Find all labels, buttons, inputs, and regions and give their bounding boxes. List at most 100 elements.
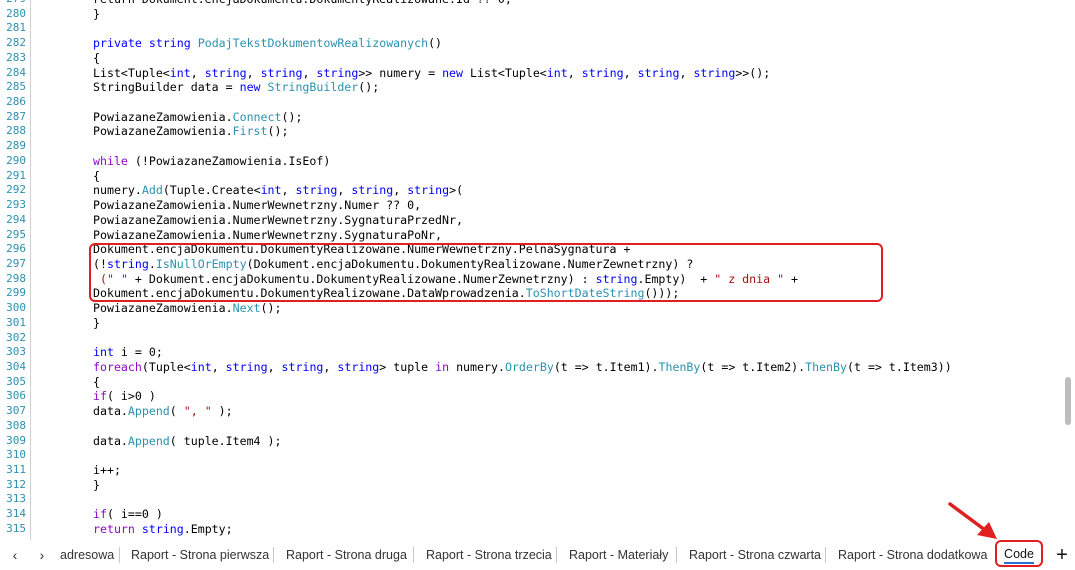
- code-line[interactable]: 304 foreach(Tuple<int, string, string, st…: [0, 360, 1062, 375]
- tab-raport-strona-dodatkowa[interactable]: Raport - Strona dodatkowa: [838, 543, 987, 567]
- code-text: Dokument.encjaDokumentu.DokumentyRealizo…: [93, 286, 679, 301]
- code-line[interactable]: 296 Dokument.encjaDokumentu.DokumentyReal…: [0, 242, 1062, 257]
- code-line[interactable]: 308: [0, 419, 1062, 434]
- code-line[interactable]: 314 if( i==0 ): [0, 507, 1062, 522]
- tab-raport-strona-trzecia[interactable]: Raport - Strona trzecia: [426, 543, 552, 567]
- tab-raport-strona-czwarta[interactable]: Raport - Strona czwarta: [689, 543, 821, 567]
- code-token: );: [211, 404, 233, 419]
- code-line[interactable]: 303 int i = 0;: [0, 345, 1062, 360]
- sheet-tab-bar: ‹ › adresowa Raport - Strona pierwsza Ra…: [0, 540, 1075, 570]
- code-text: i++;: [93, 463, 121, 478]
- code-token: (Tuple<: [141, 359, 191, 374]
- code-line[interactable]: 283 {: [0, 51, 1062, 66]
- code-token: ,: [623, 65, 638, 80]
- code-line[interactable]: 279 return Dokument.encjaDokumentu.Dokume…: [0, 0, 1062, 7]
- code-token: .: [148, 256, 156, 271]
- code-token: ", ": [183, 404, 212, 419]
- tab-raport-strona-druga[interactable]: Raport - Strona druga: [286, 543, 407, 567]
- tab-raport-materialy[interactable]: Raport - Materiały: [569, 543, 668, 567]
- code-line[interactable]: 309 data.Append( tuple.Item4 );: [0, 434, 1062, 449]
- code-token: }: [93, 477, 100, 492]
- code-token: PowiazaneZamowienia.NumerWewnetrzny.Sygn…: [93, 212, 463, 227]
- code-lines[interactable]: 279 return Dokument.encjaDokumentu.Dokume…: [0, 0, 1062, 537]
- code-editor[interactable]: 279 return Dokument.encjaDokumentu.Dokume…: [0, 0, 1075, 541]
- line-number: 280: [6, 6, 26, 20]
- code-line[interactable]: 293 PowiazaneZamowienia.NumerWewnetrzny.N…: [0, 198, 1062, 213]
- code-token: ( i==0 ): [106, 507, 163, 522]
- tab-separator: [119, 547, 120, 563]
- code-line[interactable]: 295 PowiazaneZamowienia.NumerWewnetrzny.S…: [0, 228, 1062, 243]
- code-text: Dokument.encjaDokumentu.DokumentyRealizo…: [93, 242, 630, 257]
- code-token: data.: [93, 433, 128, 448]
- code-token: Dokument.encjaDokumentu.DokumentyRealizo…: [93, 242, 631, 257]
- code-token: PowiazaneZamowienia.NumerWewnetrzny.Sygn…: [93, 227, 443, 242]
- code-token: numery.: [93, 183, 142, 198]
- code-line[interactable]: 288 PowiazaneZamowienia.First();: [0, 124, 1062, 139]
- code-token: >> numery =: [358, 65, 443, 80]
- tab-raport-strona-pierwsza[interactable]: Raport - Strona pierwsza: [131, 543, 269, 567]
- code-line[interactable]: 286: [0, 95, 1062, 110]
- code-token: string: [581, 65, 624, 80]
- code-line[interactable]: 306 if( i>0 ): [0, 389, 1062, 404]
- code-line[interactable]: 280}: [0, 7, 1062, 22]
- code-token: .Empty) +: [637, 271, 715, 286]
- code-token: string: [407, 183, 450, 198]
- scroll-tabs-left-icon[interactable]: ‹: [6, 545, 24, 565]
- code-line[interactable]: 298 (" " + Dokument.encjaDokumentu.Dokume…: [0, 272, 1062, 287]
- code-text: numery.Add(Tuple.Create<int, string, str…: [93, 183, 463, 198]
- line-number: 296: [6, 242, 26, 256]
- code-line[interactable]: 311 i++;: [0, 463, 1062, 478]
- code-line[interactable]: 289: [0, 139, 1062, 154]
- code-text: (!string.IsNullOrEmpty(Dokument.encjaDok…: [93, 257, 693, 272]
- code-line[interactable]: 290 while (!PowiazaneZamowienia.IsEof): [0, 154, 1062, 169]
- vertical-scrollbar[interactable]: [1062, 0, 1075, 540]
- code-line[interactable]: 287 PowiazaneZamowienia.Connect();: [0, 110, 1062, 125]
- code-line[interactable]: 312}: [0, 478, 1062, 493]
- code-token: (!: [93, 256, 107, 271]
- code-token: string: [260, 65, 303, 80]
- scroll-tabs-right-icon[interactable]: ›: [33, 545, 51, 565]
- code-token: ();: [281, 109, 303, 124]
- code-text: PowiazaneZamowienia.NumerWewnetrzny.Sygn…: [93, 213, 463, 228]
- scrollbar-thumb[interactable]: [1065, 377, 1071, 425]
- tab-code[interactable]: Code: [995, 540, 1043, 567]
- line-number: 281: [6, 21, 26, 35]
- line-number: 307: [6, 404, 26, 418]
- code-token: }: [93, 315, 100, 330]
- add-tab-icon[interactable]: +: [1052, 543, 1072, 567]
- code-line[interactable]: 302: [0, 331, 1062, 346]
- code-line[interactable]: 285 StringBuilder data = new StringBuilde…: [0, 80, 1062, 95]
- code-line[interactable]: 282 private string PodajTekstDokumentowRe…: [0, 36, 1062, 51]
- code-token: OrderBy: [504, 359, 554, 374]
- code-line[interactable]: 305 {: [0, 375, 1062, 390]
- code-line[interactable]: 315 return string.Empty;: [0, 522, 1062, 537]
- code-line[interactable]: 313: [0, 492, 1062, 507]
- code-line[interactable]: 300 PowiazaneZamowienia.Next();: [0, 301, 1062, 316]
- tab-adresowa[interactable]: adresowa: [60, 543, 114, 567]
- code-line[interactable]: 281: [0, 21, 1062, 36]
- tab-separator: [556, 547, 557, 563]
- code-token: Connect: [232, 109, 282, 124]
- code-token: int: [93, 345, 114, 360]
- code-token: List<Tuple<: [93, 65, 170, 80]
- code-text: data.Append( ", " );: [93, 404, 233, 419]
- code-token: (" ": [100, 271, 128, 286]
- code-line[interactable]: 307 data.Append( ", " );: [0, 404, 1062, 419]
- code-text: private string PodajTekstDokumentowReali…: [93, 36, 442, 51]
- code-text: if( i>0 ): [93, 389, 156, 404]
- code-text: PowiazaneZamowienia.Next();: [93, 301, 281, 316]
- code-line[interactable]: 297 (!string.IsNullOrEmpty(Dokument.encja…: [0, 257, 1062, 272]
- code-line[interactable]: 291 {: [0, 169, 1062, 184]
- code-line[interactable]: 292 numery.Add(Tuple.Create<int, string, …: [0, 183, 1062, 198]
- code-token: (Dokument.encjaDokumentu.DokumentyRealiz…: [246, 256, 694, 271]
- code-line[interactable]: 301}: [0, 316, 1062, 331]
- code-line[interactable]: 310: [0, 448, 1062, 463]
- code-text: if( i==0 ): [93, 507, 163, 522]
- code-token: Next: [232, 301, 261, 316]
- code-line[interactable]: 294 PowiazaneZamowienia.NumerWewnetrzny.S…: [0, 213, 1062, 228]
- code-text: }: [93, 316, 100, 331]
- code-line[interactable]: 284 List<Tuple<int, string, string, strin…: [0, 66, 1062, 81]
- code-line[interactable]: 299 Dokument.encjaDokumentu.DokumentyReal…: [0, 286, 1062, 301]
- line-number: 293: [6, 198, 26, 212]
